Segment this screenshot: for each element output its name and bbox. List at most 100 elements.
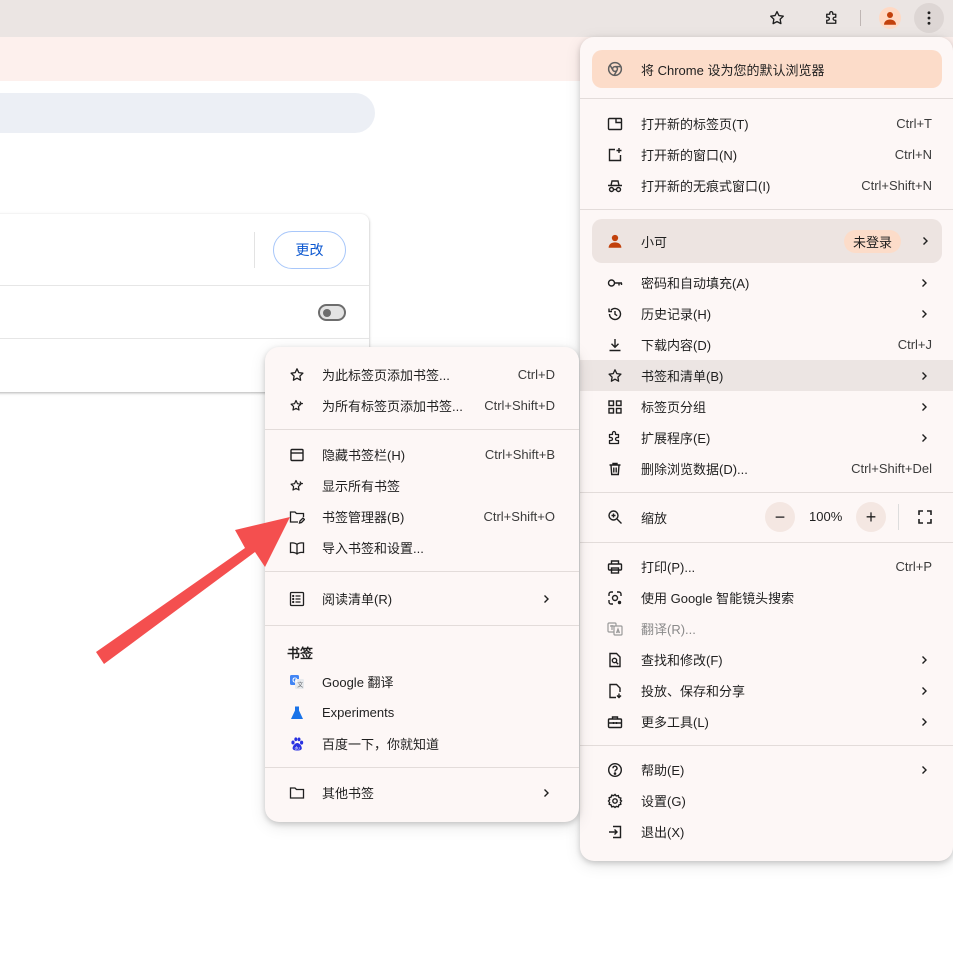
shortcut-text: Ctrl+J <box>897 337 932 352</box>
chevron-right-icon <box>922 717 927 726</box>
menu-item-extensions[interactable]: 扩展程序(E) <box>580 422 953 453</box>
zoom-magnifier-icon <box>607 509 623 525</box>
set-default-browser-item[interactable]: 将 Chrome 设为您的默认浏览器 <box>592 50 942 88</box>
shortcut-text: Ctrl+Shift+N <box>861 178 932 193</box>
bookmark-google-translate[interactable]: G文 Google 翻译 <box>265 666 579 697</box>
bookmark-baidu[interactable]: du 百度一下，你就知道 <box>265 728 579 759</box>
menu-item-label: 书签和清单(B) <box>641 369 724 384</box>
menu-item-label: 下载内容(D) <box>641 338 712 353</box>
settings-gear-icon <box>607 793 623 809</box>
shortcut-text: Ctrl+Shift+D <box>484 398 555 413</box>
menu-item-help[interactable]: 帮助(E) <box>580 754 953 785</box>
menu-item-cast-save-share[interactable]: 投放、保存和分享 <box>580 675 953 706</box>
profile-button[interactable] <box>875 3 905 33</box>
menu-item-label: 翻译(R)... <box>641 622 696 637</box>
import-book-icon <box>289 540 305 556</box>
menu-item-history[interactable]: 历史记录(H) <box>580 298 953 329</box>
menu-item-label: 密码和自动填充(A) <box>641 276 750 291</box>
menu-separator <box>265 429 579 430</box>
menu-item-settings[interactable]: 设置(G) <box>580 785 953 816</box>
menu-item-label: 更多工具(L) <box>641 715 709 730</box>
menu-item-translate[interactable]: 翻译(R)... <box>580 613 953 644</box>
menu-item-exit[interactable]: 退出(X) <box>580 816 953 847</box>
menu-item-google-lens[interactable]: 使用 Google 智能镜头搜索 <box>580 582 953 613</box>
experiments-flask-icon <box>289 705 305 721</box>
chevron-right-icon <box>544 788 549 797</box>
menu-item-new-window[interactable]: 打开新的窗口(N) Ctrl+N <box>580 139 953 170</box>
submenu-item-bookmark-all-tabs[interactable]: 为所有标签页添加书签... Ctrl+Shift+D <box>265 390 579 421</box>
bookmark-star-button[interactable] <box>762 3 792 33</box>
menu-item-downloads[interactable]: 下载内容(D) Ctrl+J <box>580 329 953 360</box>
trash-icon <box>607 461 623 477</box>
bookmarks-section-title: 书签 <box>287 646 314 661</box>
change-button[interactable]: 更改 <box>273 231 346 269</box>
menu-item-incognito[interactable]: 打开新的无痕式窗口(I) Ctrl+Shift+N <box>580 170 953 201</box>
bookmark-experiments[interactable]: Experiments <box>265 697 579 728</box>
download-icon <box>607 337 623 353</box>
chevron-right-icon <box>922 433 927 442</box>
extensions-icon <box>826 11 837 24</box>
chevron-right-icon <box>922 655 927 664</box>
find-icon <box>607 652 623 668</box>
zoom-separator <box>898 504 899 530</box>
submenu-item-show-all-bookmarks[interactable]: 显示所有书签 <box>265 470 579 501</box>
submenu-item-bookmark-manager[interactable]: 书签管理器(B) Ctrl+Shift+O <box>265 501 579 532</box>
zoom-out-button[interactable]: − <box>765 502 795 532</box>
chrome-main-menu: 将 Chrome 设为您的默认浏览器 打开新的标签页(T) Ctrl+T 打开新… <box>580 37 953 861</box>
chevron-right-icon <box>922 278 927 287</box>
menu-item-more-tools[interactable]: 更多工具(L) <box>580 706 953 737</box>
svg-text:文: 文 <box>297 681 303 689</box>
chevron-right-icon <box>923 237 928 245</box>
extensions-button[interactable] <box>817 3 847 33</box>
help-icon <box>607 762 623 778</box>
folder-edit-icon <box>289 509 305 525</box>
translate-icon <box>607 621 623 637</box>
menu-item-bookmarks-and-lists[interactable]: 书签和清单(B) <box>580 360 953 391</box>
menu-item-label: 帮助(E) <box>641 763 685 778</box>
menu-item-find-edit[interactable]: 查找和修改(F) <box>580 644 953 675</box>
menu-separator <box>580 98 953 99</box>
chevron-right-icon <box>922 765 927 774</box>
menu-item-label: 标签页分组 <box>641 400 707 415</box>
reading-list-icon <box>289 591 305 607</box>
toolbar-separator <box>860 10 861 26</box>
bookmark-label: Experiments <box>322 705 395 720</box>
menu-item-new-tab[interactable]: 打开新的标签页(T) Ctrl+T <box>580 108 953 139</box>
folder-icon <box>289 785 305 801</box>
menu-item-clear-data[interactable]: 删除浏览数据(D)... Ctrl+Shift+Del <box>580 453 953 484</box>
shortcut-text: Ctrl+P <box>895 559 932 574</box>
menu-item-label: 删除浏览数据(D)... <box>641 462 748 477</box>
profile-item[interactable]: 小可 未登录 <box>592 219 942 263</box>
history-icon <box>607 306 623 322</box>
menu-item-label: 历史记录(H) <box>641 307 712 322</box>
star-icon <box>770 10 784 25</box>
menu-separator <box>580 209 953 210</box>
bookmark-label: 百度一下，你就知道 <box>322 737 440 752</box>
chrome-logo-icon <box>606 60 624 78</box>
menu-item-label: 投放、保存和分享 <box>641 684 746 699</box>
submenu-item-other-bookmarks[interactable]: 其他书签 <box>265 777 579 808</box>
submenu-item-import-bookmarks[interactable]: 导入书签和设置... <box>265 532 579 563</box>
menu-item-label: 书签管理器(B) <box>322 510 405 525</box>
menu-separator <box>580 542 953 543</box>
submenu-item-reading-list[interactable]: 阅读清单(R) <box>265 583 579 614</box>
tab-groups-icon <box>607 399 623 415</box>
submenu-item-bookmark-this-tab[interactable]: 为此标签页添加书签... Ctrl+D <box>265 359 579 390</box>
bookmarks-submenu: 为此标签页添加书签... Ctrl+D 为所有标签页添加书签... Ctrl+S… <box>265 347 579 822</box>
menu-item-label: 打开新的标签页(T) <box>641 117 749 132</box>
zoom-level: 100% <box>809 509 843 524</box>
setting-toggle[interactable] <box>318 304 346 321</box>
menu-item-tab-groups[interactable]: 标签页分组 <box>580 391 953 422</box>
card-vertical-separator <box>254 232 255 268</box>
google-lens-icon <box>607 590 623 606</box>
kebab-menu-button[interactable] <box>914 3 944 33</box>
zoom-in-button[interactable]: + <box>856 502 886 532</box>
menu-item-passwords[interactable]: 密码和自动填充(A) <box>580 267 953 298</box>
key-icon <box>607 275 623 291</box>
chevron-right-icon <box>544 594 549 603</box>
fullscreen-button[interactable] <box>910 502 940 532</box>
bookmark-bar-icon <box>289 447 305 463</box>
submenu-item-hide-bookmarks-bar[interactable]: 隐藏书签栏(H) Ctrl+Shift+B <box>265 439 579 470</box>
menu-item-print[interactable]: 打印(P)... Ctrl+P <box>580 551 953 582</box>
search-box[interactable] <box>0 93 375 133</box>
